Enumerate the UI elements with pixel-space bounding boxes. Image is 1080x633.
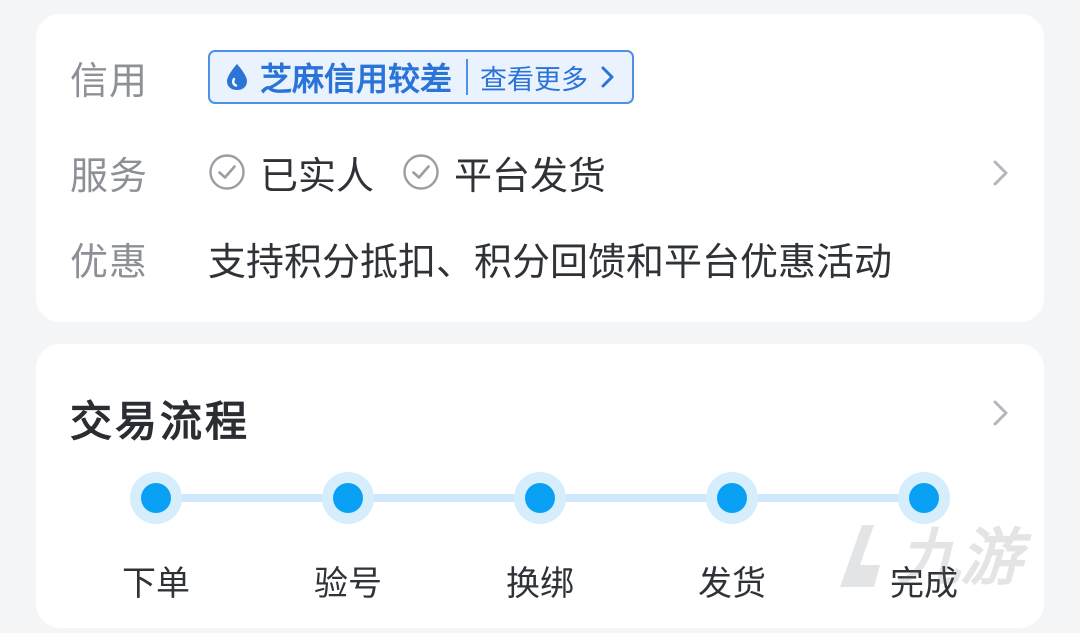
process-step-label: 发货 — [698, 564, 766, 604]
promo-text: 支持积分抵扣、积分回馈和平台优惠活动 — [208, 239, 893, 284]
water-drop-icon — [227, 64, 247, 90]
process-step-dot — [322, 472, 374, 524]
chevron-right-icon — [601, 66, 614, 88]
process-step-label: 验号 — [314, 564, 382, 604]
credit-more-link[interactable]: 查看更多 — [480, 58, 588, 97]
promo-row: 优惠 支持积分抵扣、积分回馈和平台优惠活动 — [70, 228, 1010, 288]
watermark-text: 九游 — [898, 521, 1032, 594]
process-step-dot — [130, 472, 182, 524]
step-dot-core — [141, 483, 171, 513]
process-step-label: 下单 — [122, 564, 190, 604]
process-step-label: 换绑 — [506, 564, 574, 604]
process-step-dot — [706, 472, 758, 524]
credit-tag[interactable]: 芝麻信用较差 查看更多 — [208, 50, 635, 104]
promo-label: 优惠 — [70, 239, 149, 284]
info-card: 信用 芝麻信用较差 查看更多 服务 已实人 平台发货 优惠 支持积分抵扣、积分回… — [36, 14, 1044, 322]
check-circle-icon — [403, 154, 439, 190]
chevron-right-icon[interactable] — [992, 398, 1010, 428]
check-circle-icon — [209, 154, 245, 190]
step-dot-core — [717, 483, 747, 513]
process-step-dot — [514, 472, 566, 524]
step-dot-core — [525, 483, 555, 513]
credit-row: 信用 芝麻信用较差 查看更多 — [70, 47, 1010, 107]
credit-status-text: 芝麻信用较差 — [260, 60, 453, 98]
service-row[interactable]: 服务 已实人 平台发货 — [70, 142, 1010, 202]
chevron-right-icon[interactable] — [992, 158, 1010, 188]
watermark-logo: 九游 — [840, 521, 1032, 594]
service-item-platform-delivery: 平台发货 — [402, 145, 606, 200]
step-dot-core — [333, 483, 363, 513]
service-label: 服务 — [70, 153, 149, 198]
credit-label: 信用 — [70, 58, 149, 103]
credit-divider — [466, 59, 469, 95]
service-item-label: 已实人 — [260, 153, 375, 198]
process-title: 交易流程 — [70, 397, 251, 446]
service-item-verified: 已实人 — [208, 145, 374, 200]
service-item-label: 平台发货 — [454, 153, 607, 198]
